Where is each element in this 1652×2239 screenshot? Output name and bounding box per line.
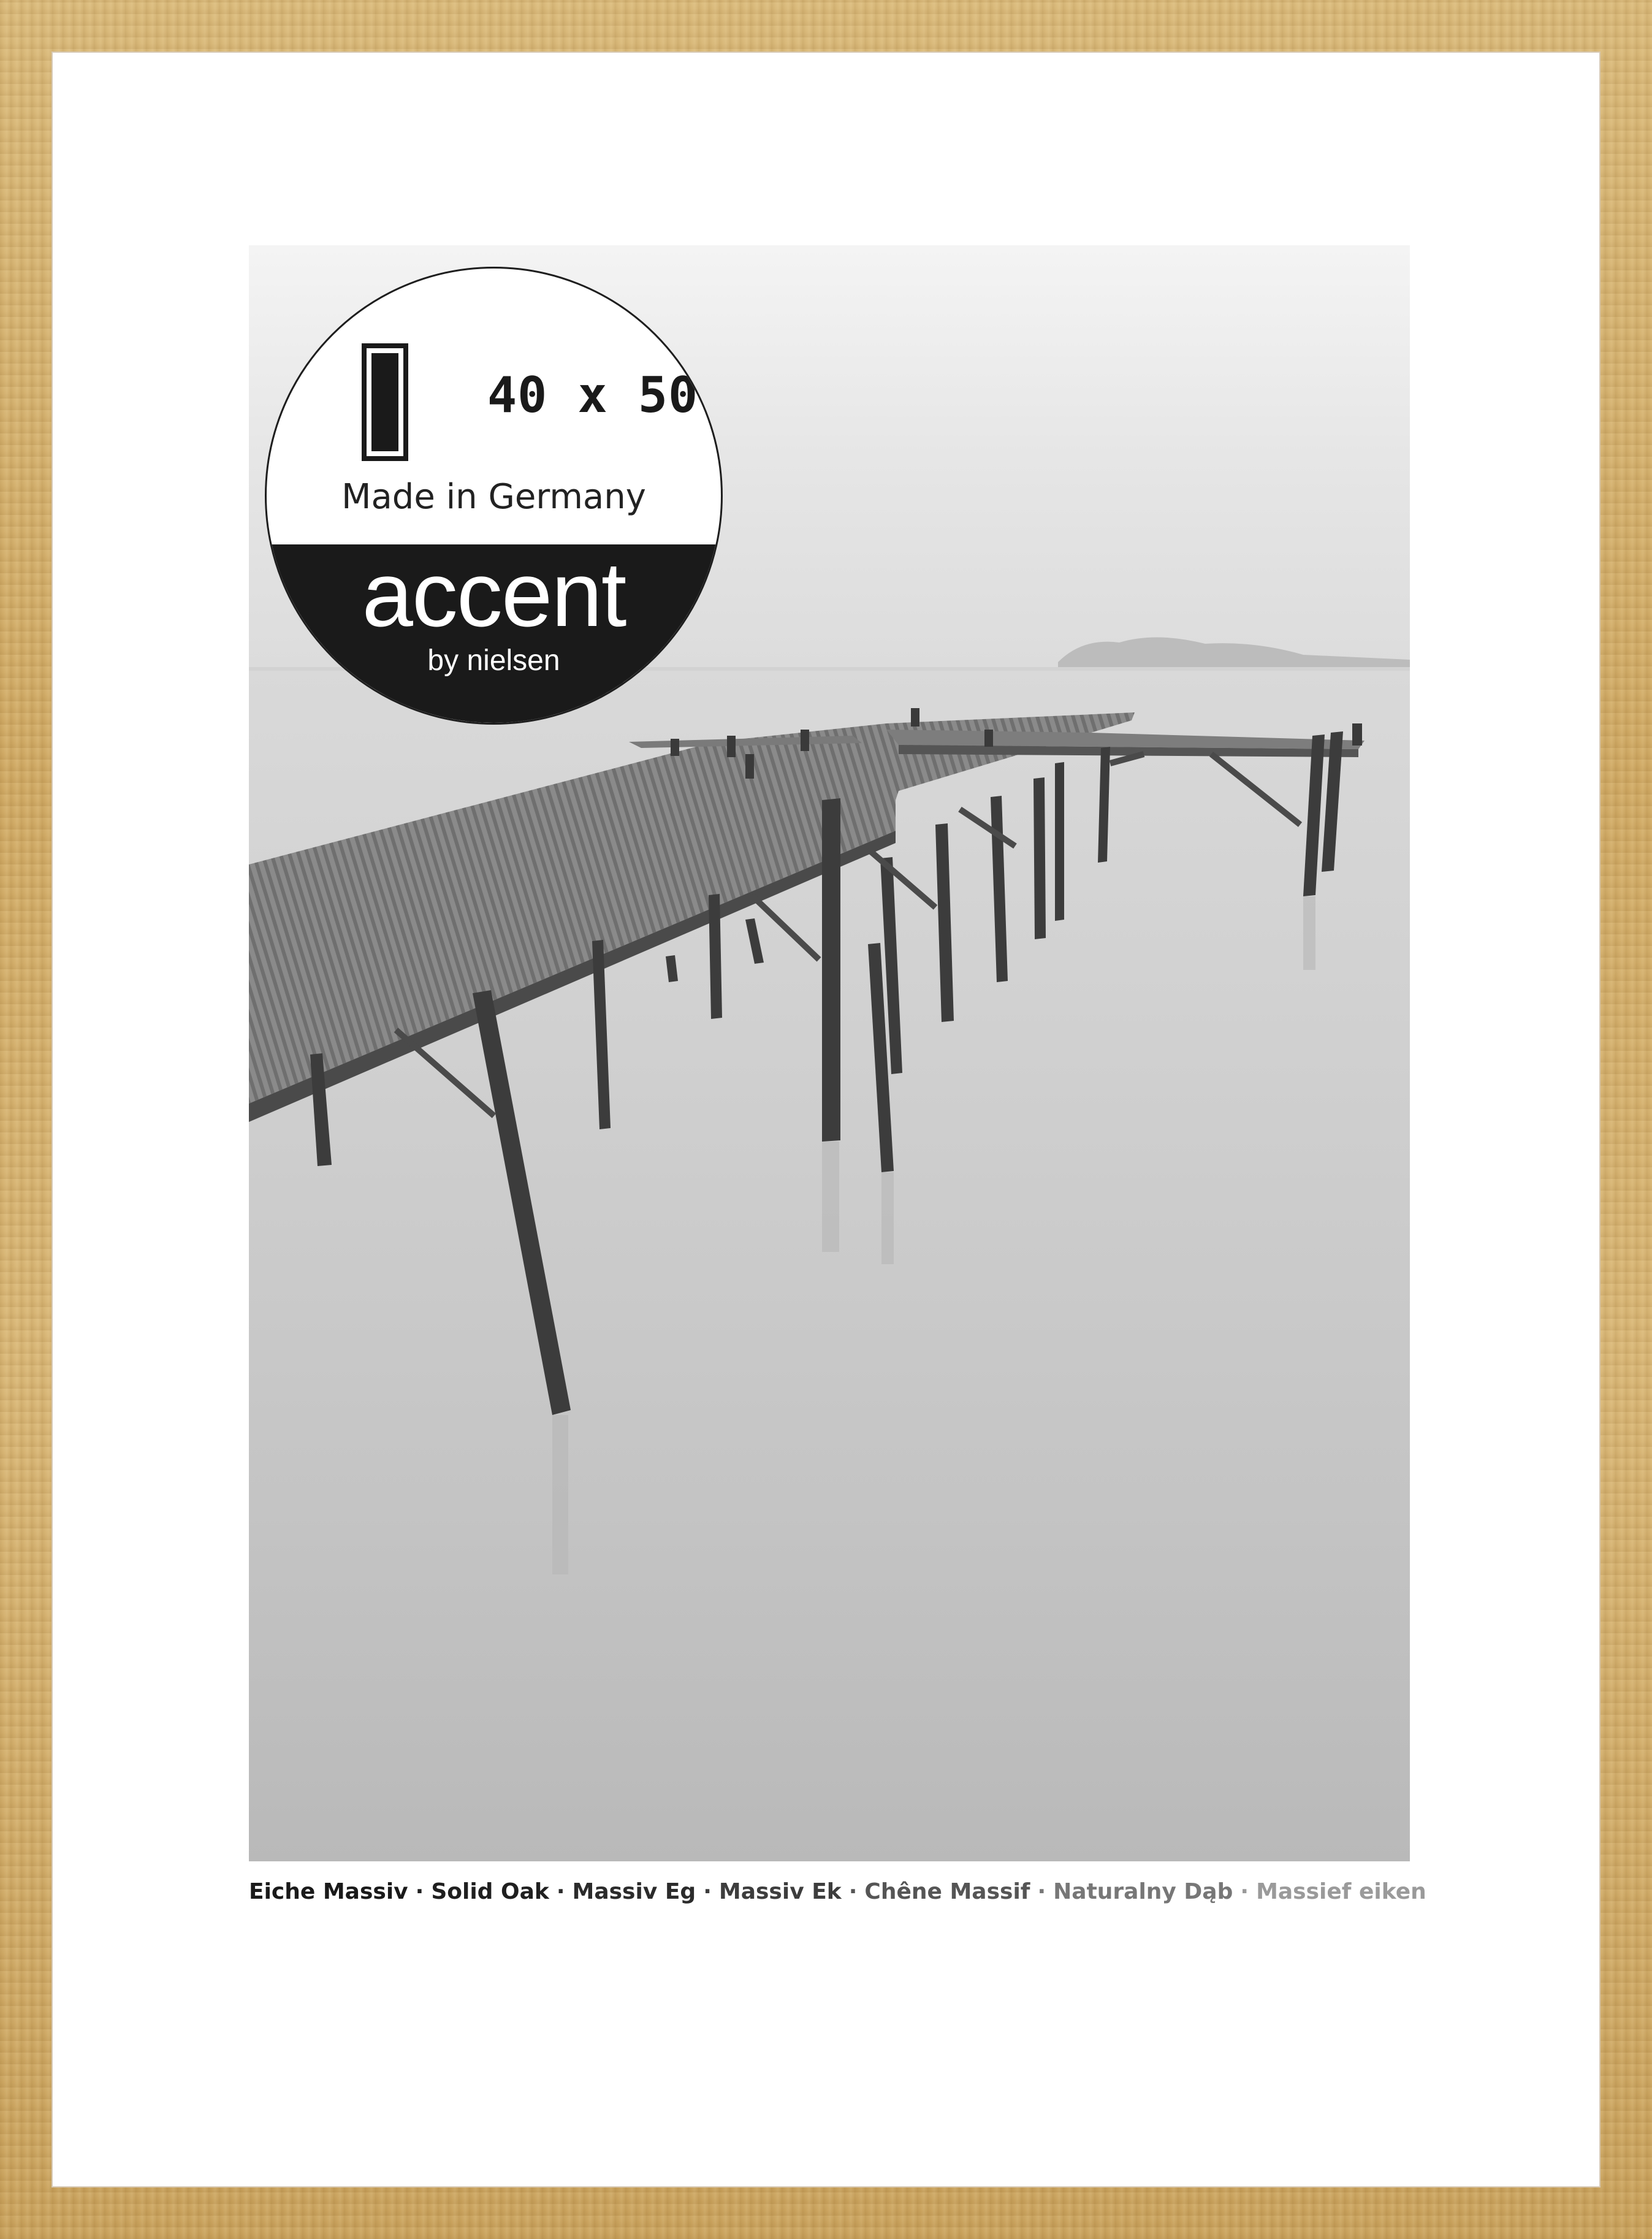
caption-separator: · (848, 1879, 858, 1904)
caption-item-massiv-ek: Massiv Ek (718, 1879, 842, 1904)
material-caption: Eiche Massiv · Solid Oak · Massiv Eg · M… (249, 1879, 1426, 1904)
caption-item-solid-oak: Solid Oak (431, 1879, 549, 1904)
caption-separator: · (556, 1879, 565, 1904)
caption-separator: · (1037, 1879, 1046, 1904)
caption-item-massiv-eg: Massiv Eg (572, 1879, 696, 1904)
size-label: 40 x 50 (487, 367, 699, 424)
caption-separator: · (1240, 1879, 1249, 1904)
frame-icon (362, 343, 408, 461)
caption-item-eiche: Eiche Massiv (249, 1879, 408, 1904)
size-badge: 40 x 50 Made in Germany accent by nielse… (265, 267, 723, 725)
caption-item-chene: Chêne Massif (864, 1879, 1030, 1904)
caption-item-naturalny: Naturalny Dąb (1053, 1879, 1233, 1904)
caption-item-massief: Massief eiken (1256, 1879, 1426, 1904)
caption-separator: · (415, 1879, 424, 1904)
by-nielsen-text: by nielsen (427, 644, 560, 677)
brand-logo-text: accent (362, 543, 627, 646)
caption-separator: · (703, 1879, 712, 1904)
made-in-label: Made in Germany (341, 477, 646, 517)
